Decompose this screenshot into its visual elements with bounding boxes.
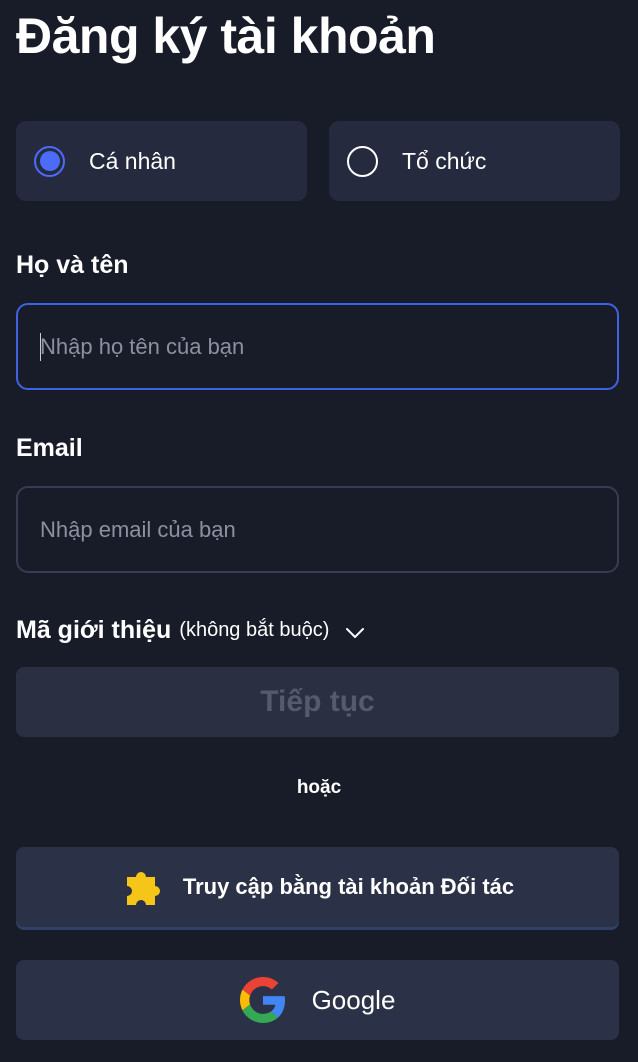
puzzle-icon bbox=[126, 872, 160, 905]
google-login-label: Google bbox=[311, 984, 396, 1015]
continue-button[interactable]: Tiếp tục bbox=[16, 667, 619, 737]
email-input[interactable] bbox=[16, 486, 619, 573]
account-type-organization-label: Tổ chức bbox=[402, 147, 487, 174]
name-input[interactable] bbox=[16, 303, 619, 390]
account-type-organization[interactable]: Tổ chức bbox=[329, 121, 620, 201]
google-login-button[interactable]: Google bbox=[16, 960, 619, 1040]
account-type-individual[interactable]: Cá nhân bbox=[16, 121, 307, 201]
text-caret bbox=[40, 333, 41, 361]
partner-login-label: Truy cập bằng tài khoản Đối tác bbox=[182, 874, 515, 899]
or-divider: hoặc bbox=[296, 777, 342, 798]
partner-login-button[interactable]: Truy cập bằng tài khoản Đối tác bbox=[16, 847, 619, 927]
referral-code-toggle[interactable]: Mã giới thiệu (không bắt buộc) bbox=[16, 616, 365, 645]
radio-unchecked-icon[interactable] bbox=[347, 145, 378, 177]
name-field-label: Họ và tên bbox=[16, 251, 129, 279]
radio-checked-icon[interactable] bbox=[34, 145, 65, 177]
account-type-individual-label: Cá nhân bbox=[89, 147, 176, 174]
email-field-label: Email bbox=[16, 434, 83, 462]
chevron-down-icon bbox=[346, 627, 365, 638]
referral-optional-note: (không bắt buộc) bbox=[179, 619, 330, 641]
google-icon bbox=[239, 977, 285, 1023]
referral-label: Mã giới thiệu bbox=[16, 616, 172, 644]
page-title: Đăng ký tài khoản bbox=[16, 8, 436, 64]
